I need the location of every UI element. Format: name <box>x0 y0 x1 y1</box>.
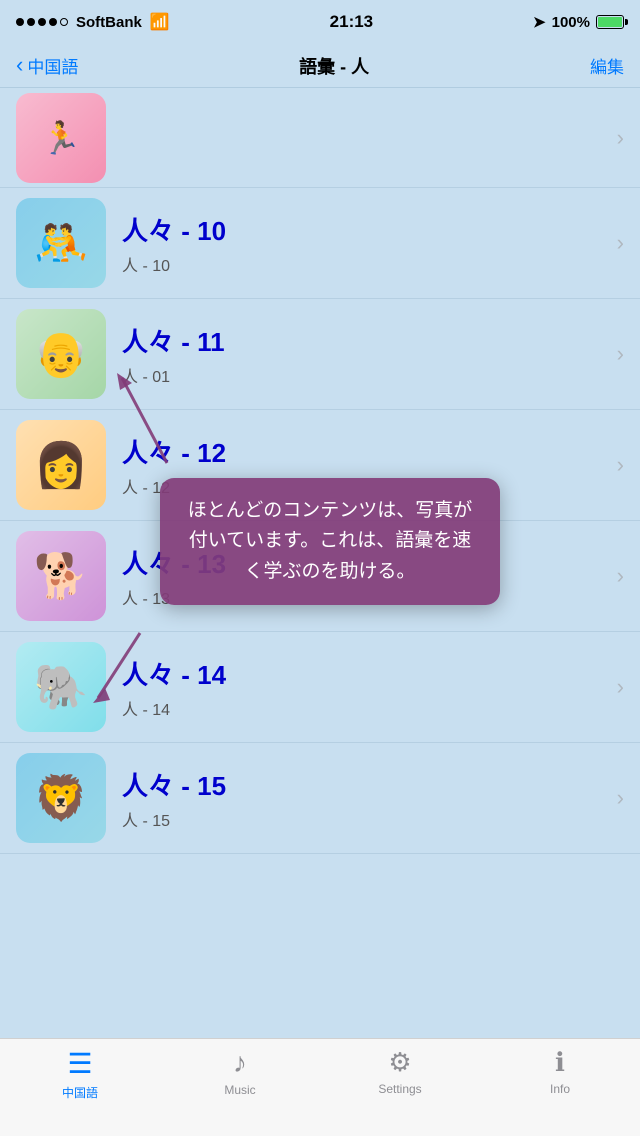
thumb-icon-15: 🦁 <box>34 772 89 824</box>
tab-music[interactable]: ♪ Music <box>160 1047 320 1097</box>
dot-5 <box>60 18 68 26</box>
thumb-icon-13: 🐕 <box>34 550 89 602</box>
chevron-icon-14: › <box>617 674 624 700</box>
chevron-icon-15: › <box>617 785 624 811</box>
carrier-label: SoftBank <box>76 14 142 31</box>
thumb-11: 👴 <box>16 309 106 399</box>
thumb-13: 🐕 <box>16 531 106 621</box>
back-button[interactable]: ‹ 中国語 <box>16 53 78 78</box>
tooltip-arrow-bottom <box>90 628 150 708</box>
thumb-icon-partial: 🏃 <box>41 119 81 157</box>
list-item-11[interactable]: 👴 人々 - 11 人 - 01 › <box>0 299 640 410</box>
tab-info-label: Info <box>550 1082 570 1096</box>
chevron-icon-partial: › <box>617 125 624 151</box>
thumb-12: 👩 <box>16 420 106 510</box>
dot-3 <box>38 18 46 26</box>
dot-4 <box>49 18 57 26</box>
tooltip: ほとんどのコンテンツは、写真が付いています。これは、語彙を速く学ぶのを助ける。 <box>160 478 500 605</box>
battery <box>596 15 624 29</box>
status-bar: SoftBank 📶 21:13 ➤ 100% <box>0 0 640 44</box>
title-11: 人々 - 11 <box>122 322 609 359</box>
sub-11: 人 - 01 <box>122 363 609 387</box>
nav-bar: ‹ 中国語 語彙 - 人 編集 <box>0 44 640 88</box>
tab-music-icon: ♪ <box>233 1047 247 1079</box>
tab-chinese[interactable]: ☰ 中国語 <box>0 1047 160 1101</box>
tab-settings[interactable]: ⚙ Settings <box>320 1047 480 1096</box>
thumb-icon-10: 🤼 <box>34 217 89 269</box>
tab-chinese-icon: ☰ <box>67 1047 92 1080</box>
battery-box <box>596 15 624 29</box>
content-15: 人々 - 15 人 - 15 <box>122 766 609 831</box>
status-right: ➤ 100% <box>533 13 624 31</box>
tab-info-icon: ℹ <box>555 1047 565 1078</box>
list-item-partial[interactable]: 🏃 › <box>0 88 640 188</box>
dot-2 <box>27 18 35 26</box>
content-10: 人々 - 10 人 - 10 <box>122 211 609 276</box>
nav-title: 語彙 - 人 <box>299 53 369 79</box>
thumb-icon-14: 🐘 <box>34 661 89 713</box>
chevron-icon-11: › <box>617 341 624 367</box>
time-label: 21:13 <box>330 12 373 32</box>
chevron-icon-12: › <box>617 452 624 478</box>
thumb-icon-11: 👴 <box>34 328 89 380</box>
sub-14: 人 - 14 <box>122 696 609 720</box>
tab-music-label: Music <box>224 1083 255 1097</box>
sub-10: 人 - 10 <box>122 252 609 276</box>
title-15: 人々 - 15 <box>122 766 609 803</box>
tooltip-arrow-top <box>112 368 172 468</box>
status-left: SoftBank 📶 <box>16 12 170 32</box>
list-item-10[interactable]: 🤼 人々 - 10 人 - 10 › <box>0 188 640 299</box>
tooltip-text: ほとんどのコンテンツは、写真が付いています。これは、語彙を速く学ぶのを助ける。 <box>188 500 472 582</box>
signal-dots <box>16 18 68 26</box>
sub-15: 人 - 15 <box>122 807 609 831</box>
chevron-icon-13: › <box>617 563 624 589</box>
dot-1 <box>16 18 24 26</box>
thumb-10: 🤼 <box>16 198 106 288</box>
location-icon: ➤ <box>533 13 546 31</box>
tab-info[interactable]: ℹ Info <box>480 1047 640 1096</box>
battery-percent: 100% <box>552 14 590 31</box>
thumb-15: 🦁 <box>16 753 106 843</box>
tab-settings-icon: ⚙ <box>388 1047 411 1078</box>
edit-button[interactable]: 編集 <box>590 53 624 78</box>
wifi-icon: 📶 <box>150 12 170 32</box>
battery-fill <box>598 17 622 27</box>
chevron-icon-10: › <box>617 230 624 256</box>
title-14: 人々 - 14 <box>122 655 609 692</box>
title-10: 人々 - 10 <box>122 211 609 248</box>
back-label: 中国語 <box>27 53 78 78</box>
back-chevron-icon: ‹ <box>16 54 23 76</box>
content-14: 人々 - 14 人 - 14 <box>122 655 609 720</box>
list-item-15[interactable]: 🦁 人々 - 15 人 - 15 › <box>0 743 640 854</box>
title-12: 人々 - 12 <box>122 433 609 470</box>
thumb-partial: 🏃 <box>16 93 106 183</box>
content-area: 🏃 › 🤼 人々 - 10 人 - 10 › 👴 人々 - 11 人 - 01 … <box>0 88 640 1038</box>
thumb-icon-12: 👩 <box>34 439 89 491</box>
tab-bar: ☰ 中国語 ♪ Music ⚙ Settings ℹ Info <box>0 1038 640 1136</box>
tab-settings-label: Settings <box>378 1082 421 1096</box>
content-11: 人々 - 11 人 - 01 <box>122 322 609 387</box>
tab-chinese-label: 中国語 <box>62 1084 98 1101</box>
